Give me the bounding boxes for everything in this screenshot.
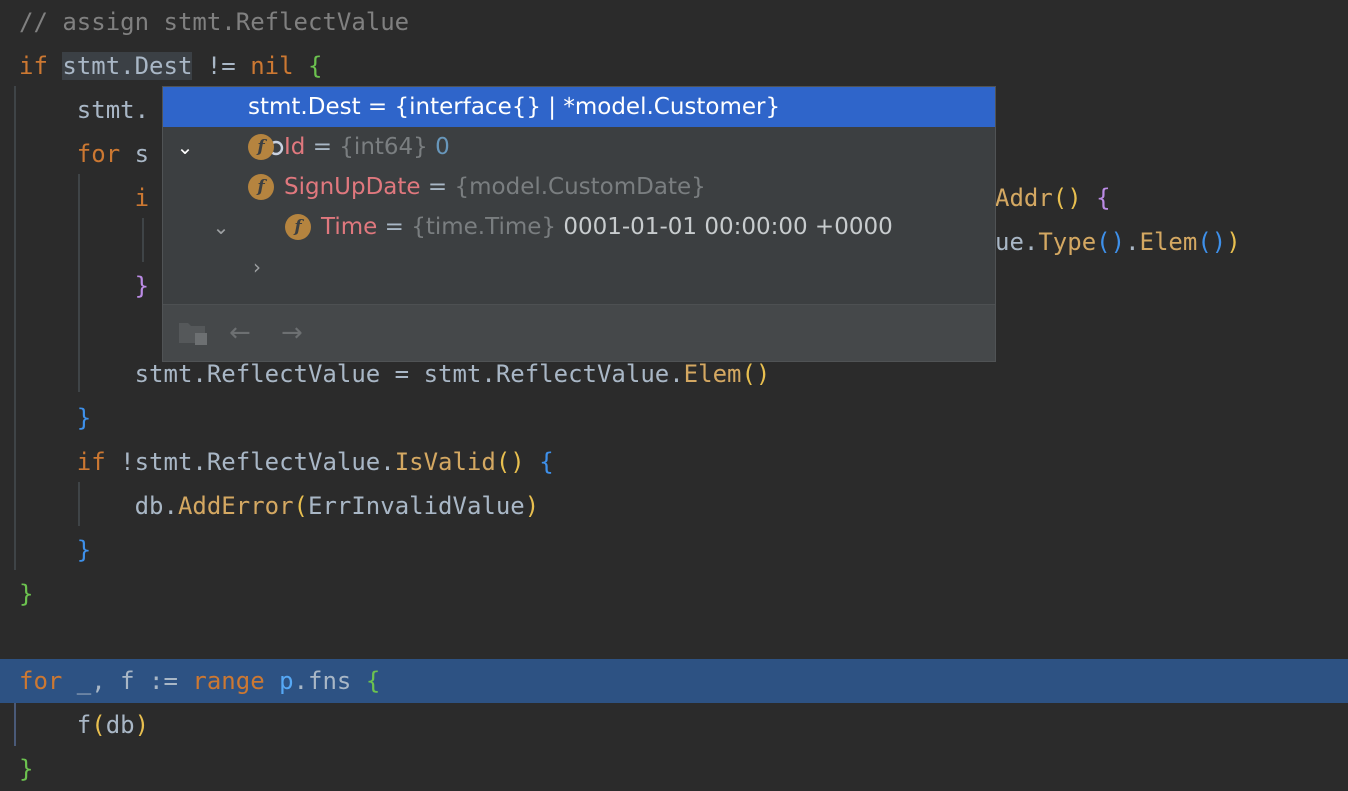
- watch-glasses-icon: [208, 87, 284, 156]
- popup-toolbar: ← →: [163, 304, 995, 361]
- code-line-2: if stmt.Dest != nil {: [19, 52, 323, 80]
- arrow-forward-icon[interactable]: →: [281, 317, 303, 349]
- debugger-value-popup[interactable]: ⌄ stmt.Dest = {interface{} | *model.Cust…: [162, 86, 996, 362]
- code-line-18: }: [19, 755, 34, 783]
- execution-line: for _, f := range p.fns {: [0, 659, 1348, 703]
- field-icon: f: [248, 134, 274, 160]
- code-line-1: // assign stmt.ReflectValue: [19, 8, 410, 36]
- tree-node-root[interactable]: ⌄ stmt.Dest = {interface{} | *model.Cust…: [163, 87, 995, 159]
- hovered-expression[interactable]: stmt.Dest: [62, 52, 193, 80]
- code-line-11: if !stmt.ReflectValue.IsValid() {: [76, 448, 554, 476]
- arrow-back-icon[interactable]: ←: [229, 317, 251, 349]
- open-in-variables-icon[interactable]: [177, 319, 209, 351]
- field-icon: f: [248, 174, 274, 200]
- tree-node-signupdate[interactable]: ⌄ f SignUpDate = {model.CustomDate}: [163, 167, 995, 239]
- tree-node-time[interactable]: › f Time = {time.Time} 0001-01-01 00:00:…: [163, 207, 995, 279]
- code-line-13: }: [76, 536, 92, 564]
- code-line-14: }: [19, 580, 34, 608]
- tree-node-id[interactable]: f Id = {int64} 0: [163, 127, 995, 167]
- code-line-12: db.AddError(ErrInvalidValue): [134, 492, 540, 520]
- field-icon: f: [285, 214, 311, 240]
- code-line-17: f(db): [76, 711, 150, 739]
- code-line-10: }: [76, 404, 92, 432]
- chevron-right-icon[interactable]: ›: [247, 247, 267, 287]
